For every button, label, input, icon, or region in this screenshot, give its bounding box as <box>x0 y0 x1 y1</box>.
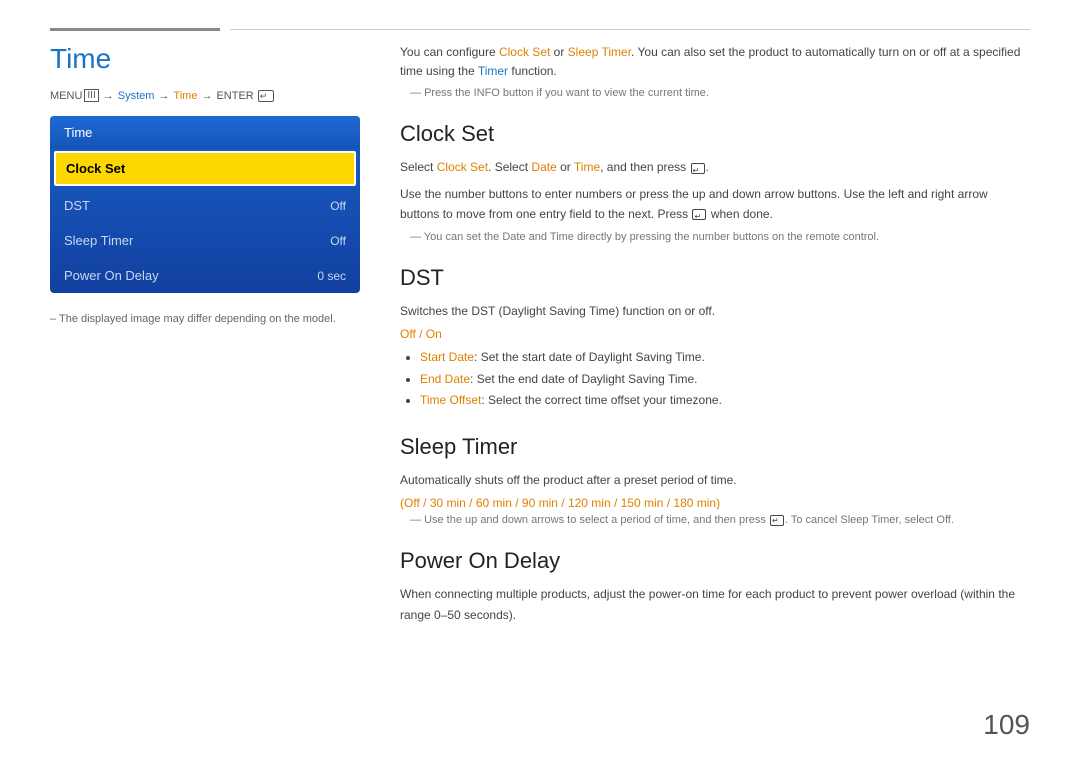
top-bar-left-line <box>50 28 220 31</box>
right-panel: You can configure Clock Set or Sleep Tim… <box>400 43 1030 743</box>
section-dst-body: Switches the DST (Daylight Saving Time) … <box>400 301 1030 321</box>
breadcrumb-sep1: → <box>103 90 114 102</box>
menu-item-clock-set[interactable]: Clock Set <box>54 151 356 186</box>
bullet-start-date: Start Date: Set the start date of Daylig… <box>420 347 1030 369</box>
breadcrumb: MENU III → System → Time → ENTER <box>50 89 360 102</box>
section-clock-set-body2: Use the number buttons to enter numbers … <box>400 184 1030 225</box>
section-power-on-delay-body: When connecting multiple products, adjus… <box>400 584 1030 625</box>
breadcrumb-sep3: → <box>201 90 212 102</box>
intro-sleep-timer: Sleep Timer <box>568 45 631 59</box>
menu-item-power-on-delay-value: 0 sec <box>317 269 346 283</box>
menu-item-dst[interactable]: DST Off <box>50 188 360 223</box>
menu-item-sleep-timer-label: Sleep Timer <box>64 233 133 248</box>
menu-item-power-on-delay-label: Power On Delay <box>64 268 159 283</box>
menu-item-clock-set-label: Clock Set <box>66 161 125 176</box>
breadcrumb-menu: MENU <box>50 90 82 102</box>
footnote-image: The displayed image may differ depending… <box>50 313 360 325</box>
page-title: Time <box>50 43 360 75</box>
section-sleep-timer-title: Sleep Timer <box>400 434 1030 460</box>
left-panel: Time MENU III → System → Time → ENTER Ti… <box>50 43 360 743</box>
intro-clock-set: Clock Set <box>499 45 550 59</box>
enter-icon <box>258 90 274 102</box>
section-dst-title: DST <box>400 265 1030 291</box>
menu-box: Time Clock Set DST Off Sleep Timer Off P… <box>50 116 360 293</box>
menu-item-dst-value: Off <box>330 199 346 213</box>
menu-item-power-on-delay[interactable]: Power On Delay 0 sec <box>50 258 360 293</box>
section-clock-set-body1: Select Clock Set. Select Date or Time, a… <box>400 157 1030 177</box>
top-bar <box>0 0 1080 31</box>
enter-icon-1 <box>691 163 705 174</box>
section-sleep-timer-options: (Off / 30 min / 60 min / 90 min / 120 mi… <box>400 496 1030 510</box>
intro-note: Press the INFO button if you want to vie… <box>400 87 1030 99</box>
content-area: Time MENU III → System → Time → ENTER Ti… <box>0 43 1080 763</box>
section-sleep-timer-note: Use the up and down arrows to select a p… <box>400 514 1030 526</box>
section-clock-set-title: Clock Set <box>400 121 1030 147</box>
top-bar-right-line <box>230 29 1030 30</box>
section-clock-set-note: You can set the Date and Time directly b… <box>400 231 1030 243</box>
section-power-on-delay-title: Power On Delay <box>400 548 1030 574</box>
section-power-on-delay: Power On Delay When connecting multiple … <box>400 548 1030 625</box>
menu-icon: III <box>84 89 98 102</box>
menu-item-sleep-timer-value: Off <box>330 234 346 248</box>
breadcrumb-time: Time <box>173 90 197 102</box>
enter-icon-3 <box>770 515 784 526</box>
menu-header: Time <box>50 116 360 149</box>
section-dst: DST Switches the DST (Daylight Saving Ti… <box>400 265 1030 412</box>
page-number: 109 <box>983 709 1030 741</box>
section-dst-options: Off / On <box>400 327 1030 341</box>
intro-text: You can configure Clock Set or Sleep Tim… <box>400 43 1030 81</box>
bullet-end-date: End Date: Set the end date of Daylight S… <box>420 369 1030 391</box>
breadcrumb-system: System <box>118 90 155 102</box>
section-sleep-timer: Sleep Timer Automatically shuts off the … <box>400 434 1030 526</box>
section-clock-set: Clock Set Select Clock Set. Select Date … <box>400 121 1030 242</box>
bullet-time-offset: Time Offset: Select the correct time off… <box>420 390 1030 412</box>
breadcrumb-sep2: → <box>158 90 169 102</box>
breadcrumb-enter: ENTER <box>216 90 253 102</box>
menu-item-dst-label: DST <box>64 198 90 213</box>
intro-timer: Timer <box>478 64 508 78</box>
section-sleep-timer-body: Automatically shuts off the product afte… <box>400 470 1030 490</box>
menu-item-sleep-timer[interactable]: Sleep Timer Off <box>50 223 360 258</box>
enter-icon-2 <box>692 209 706 220</box>
section-dst-bullets: Start Date: Set the start date of Daylig… <box>420 347 1030 412</box>
